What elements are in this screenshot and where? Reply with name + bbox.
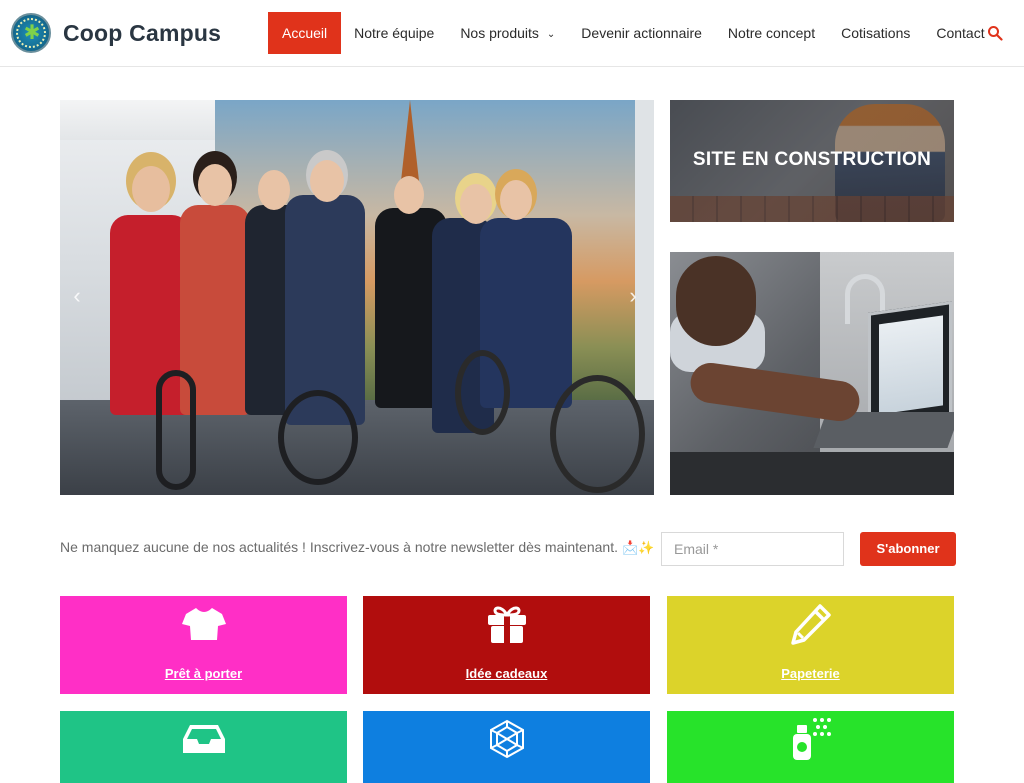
tshirt-icon [60, 604, 347, 644]
category-tile-idee-cadeaux[interactable]: Idée cadeaux [363, 596, 650, 694]
category-tile-5[interactable] [363, 711, 650, 783]
category-label[interactable]: Idée cadeaux [363, 666, 650, 681]
subscribe-button[interactable]: S'abonner [860, 532, 956, 566]
email-field[interactable] [661, 532, 844, 566]
nav-item-cotisations[interactable]: Cotisations [828, 12, 923, 54]
category-tile-4[interactable] [60, 711, 347, 783]
inbox-tray-icon [60, 719, 347, 759]
search-icon[interactable] [987, 25, 1003, 41]
coop-campus-logo-icon[interactable]: ✱ [11, 13, 51, 53]
gift-icon [363, 604, 650, 644]
construction-card[interactable]: SITE EN CONSTRUCTION [670, 100, 954, 222]
nav-item-accueil[interactable]: Accueil [268, 12, 342, 54]
construction-card-label: SITE EN CONSTRUCTION [692, 149, 932, 170]
nav-item-notre-equipe[interactable]: Notre équipe [341, 12, 447, 54]
category-tile-6[interactable] [667, 711, 954, 783]
site-header: ✱ Coop Campus Accueil Notre équipe Nos p… [0, 0, 1024, 67]
chevron-down-icon: ⌄ [546, 29, 556, 40]
nav-item-nos-produits[interactable]: Nos produits ⌄ [447, 12, 568, 54]
pencil-icon [667, 604, 954, 645]
envelope-sparkles-icon: 📩✨ [621, 540, 655, 555]
polyhedron-icon [363, 719, 650, 759]
hero-slider[interactable]: ‹ › [60, 100, 654, 495]
site-title[interactable]: Coop Campus [63, 20, 221, 47]
spray-bottle-icon [667, 718, 954, 760]
main-nav: Accueil Notre équipe Nos produits ⌄ Deven… [268, 12, 998, 54]
nav-item-notre-concept[interactable]: Notre concept [715, 12, 828, 54]
slider-prev-arrow-icon[interactable]: ‹ [70, 284, 84, 308]
category-label[interactable]: Papeterie [667, 666, 954, 681]
study-laptop-image[interactable] [670, 252, 954, 495]
newsletter-text: Ne manquez aucune de nos actualités ! In… [60, 539, 655, 555]
category-label[interactable]: Prêt à porter [60, 666, 347, 681]
slider-next-arrow-icon[interactable]: › [626, 284, 640, 308]
category-tile-papeterie[interactable]: Papeterie [667, 596, 954, 694]
category-tile-pret-a-porter[interactable]: Prêt à porter [60, 596, 347, 694]
nav-item-devenir-actionnaire[interactable]: Devenir actionnaire [568, 12, 715, 54]
